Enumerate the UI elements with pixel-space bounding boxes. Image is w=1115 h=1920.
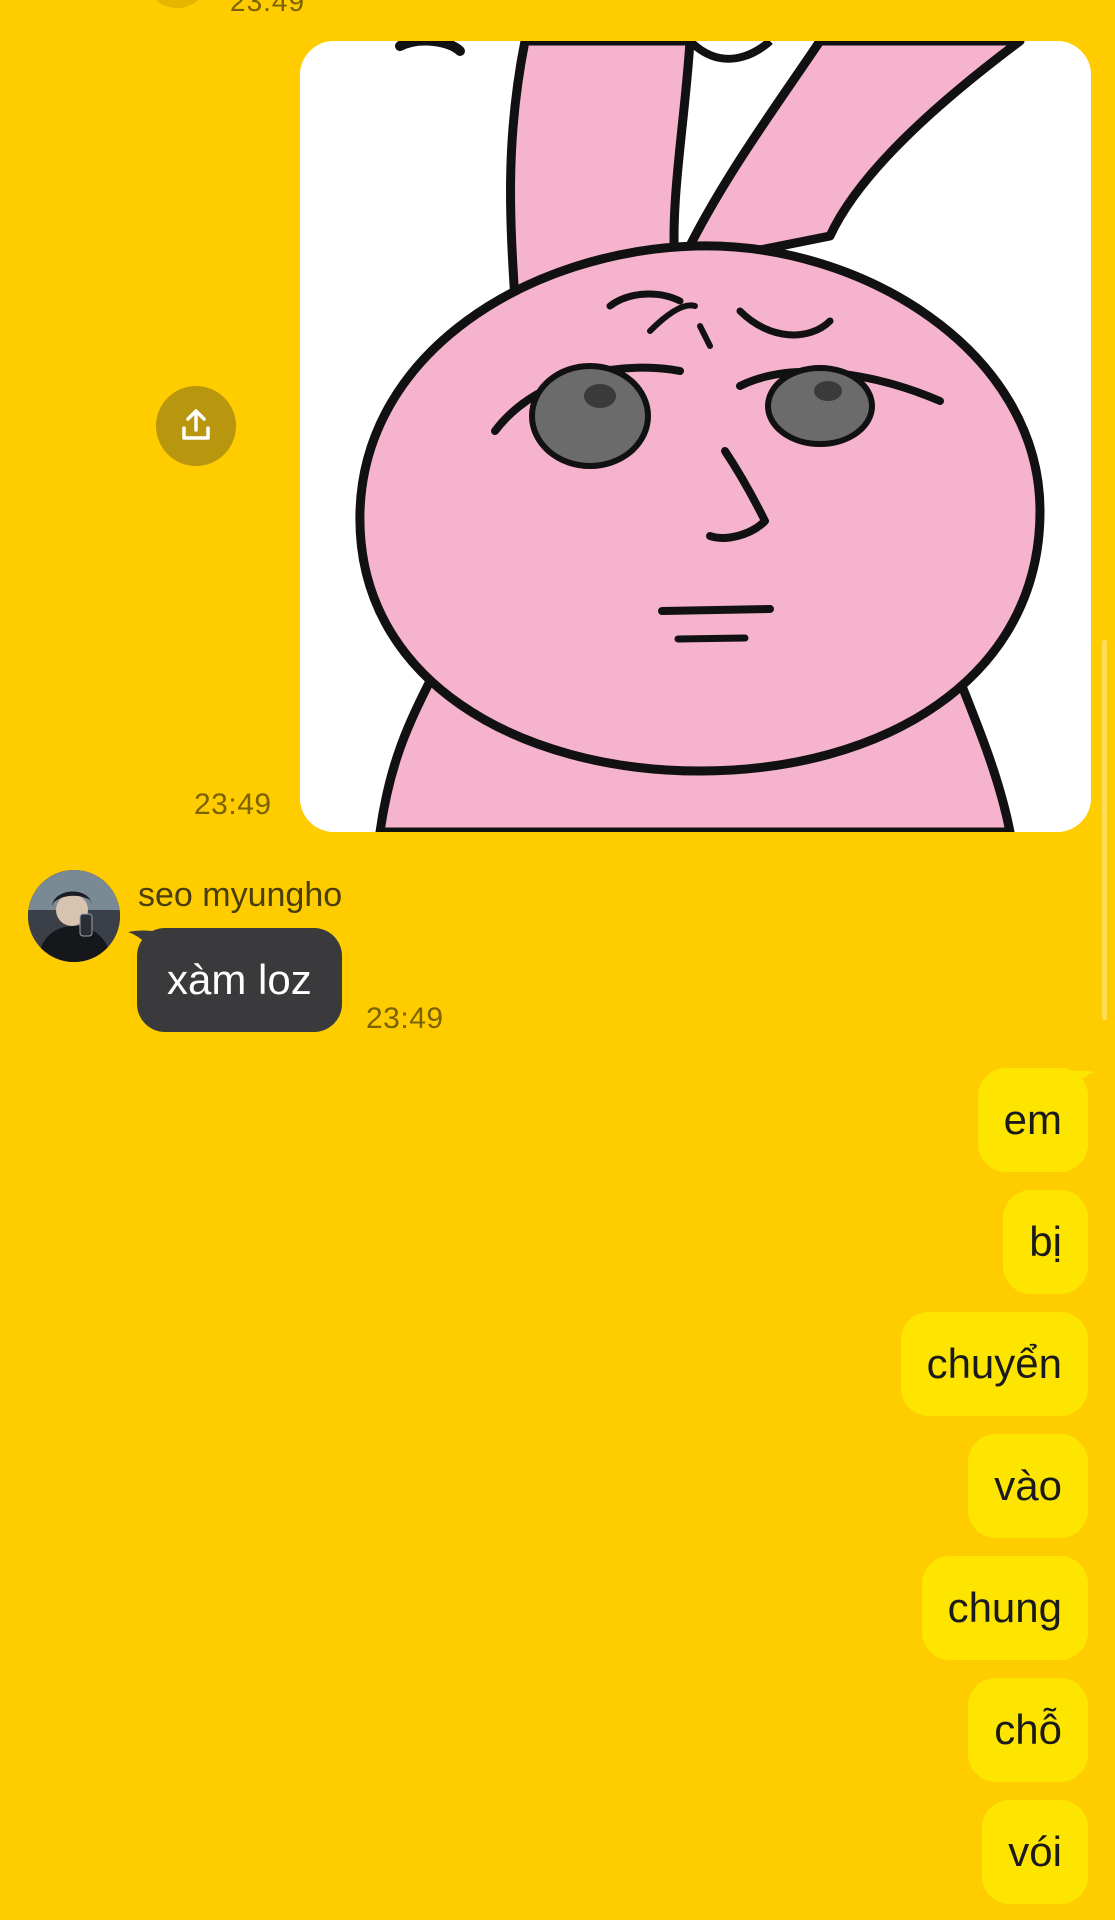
previous-message-time: 23:49 bbox=[230, 0, 306, 17]
outgoing-message-bubble[interactable]: chỗ bbox=[968, 1678, 1088, 1782]
avatar[interactable] bbox=[28, 870, 120, 962]
share-upload-icon bbox=[182, 409, 210, 440]
incoming-message-time: 23:49 bbox=[366, 1002, 444, 1035]
outgoing-message-bubble[interactable]: vói bbox=[982, 1800, 1088, 1904]
image-message-time: 23:49 bbox=[194, 788, 272, 821]
outgoing-message-bubble[interactable]: chuyển bbox=[900, 1312, 1088, 1416]
avatar-photo bbox=[28, 870, 120, 962]
incoming-message-bubble[interactable]: xàm loz bbox=[137, 928, 342, 1032]
share-button[interactable] bbox=[156, 386, 236, 466]
sender-name: seo myungho bbox=[138, 876, 343, 914]
sticker-image-message[interactable] bbox=[300, 41, 1091, 832]
pink-bunny-sticker bbox=[300, 41, 1091, 832]
outgoing-message-bubble[interactable]: chung bbox=[921, 1556, 1088, 1660]
outgoing-message-bubble[interactable]: vào bbox=[968, 1434, 1088, 1538]
scrollbar[interactable] bbox=[1102, 640, 1107, 1020]
outgoing-message-bubble[interactable]: em bbox=[977, 1068, 1088, 1172]
previous-avatar[interactable] bbox=[145, 0, 209, 8]
outgoing-message-bubble[interactable]: bị bbox=[1003, 1190, 1088, 1294]
